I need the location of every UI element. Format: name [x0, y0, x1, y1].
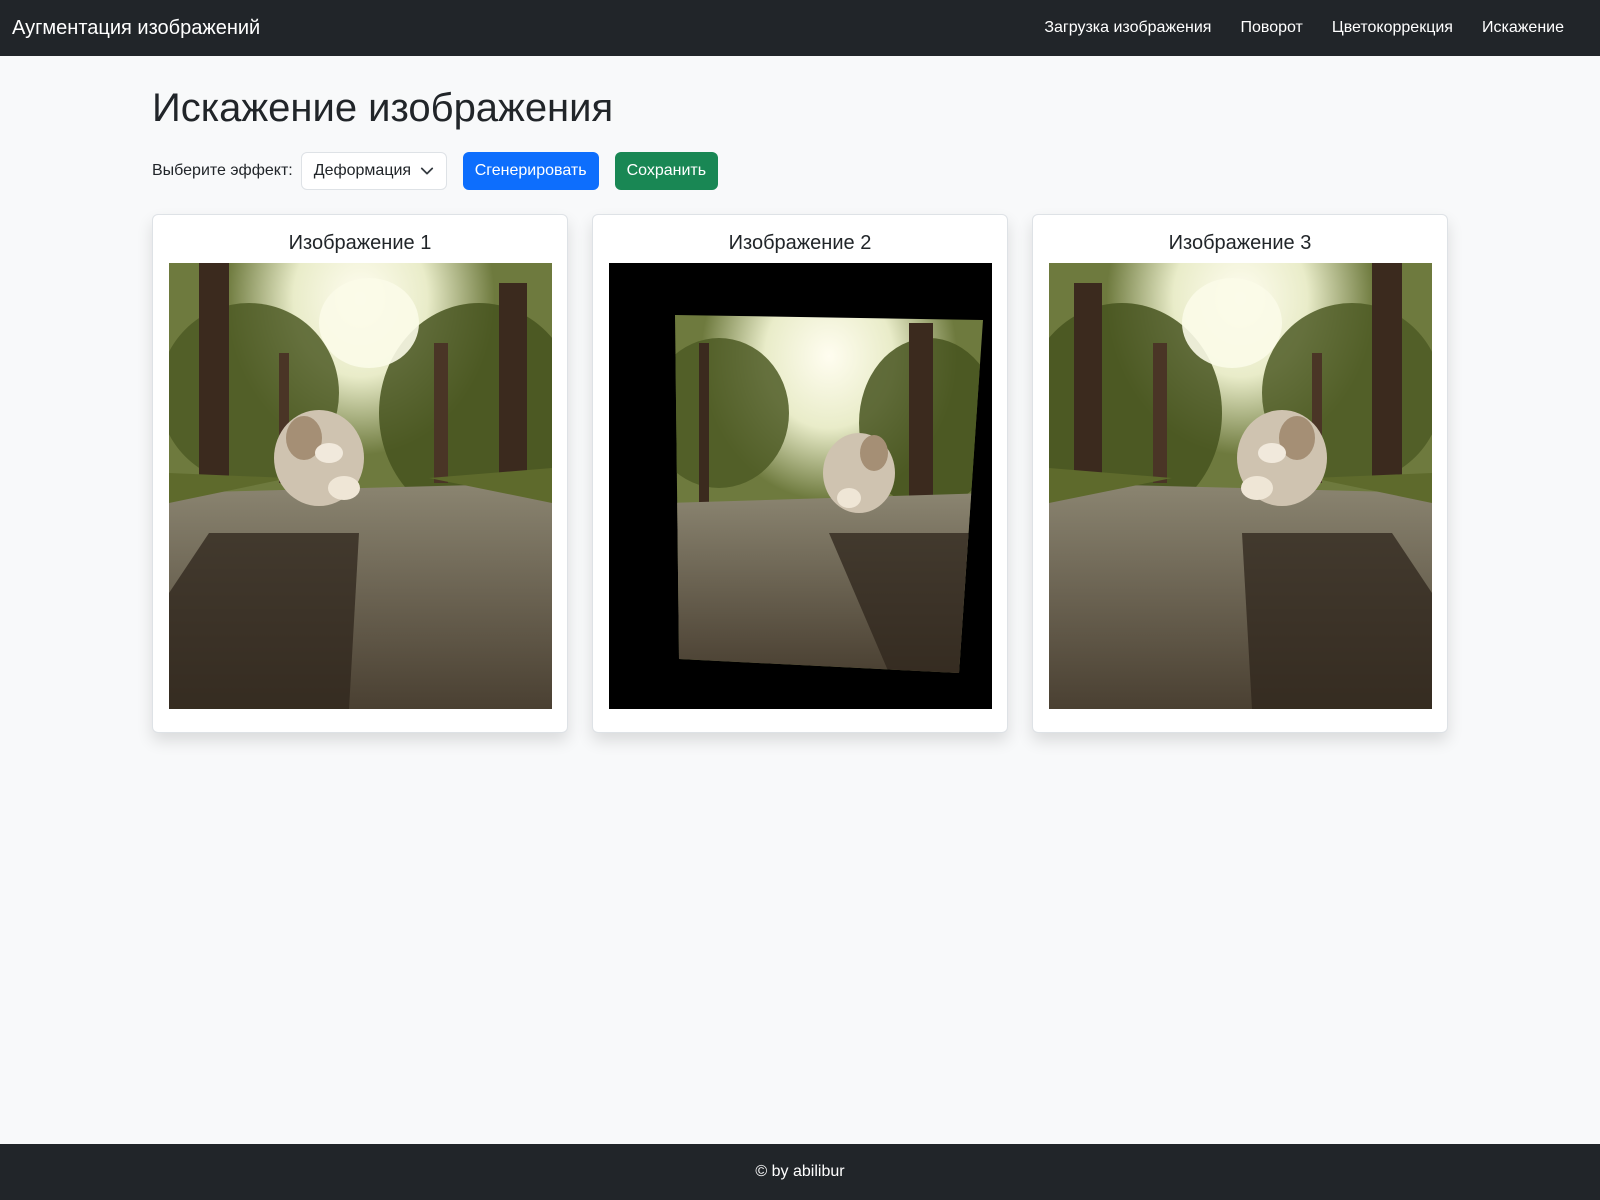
image-card-3: Изображение 3: [1032, 214, 1448, 733]
nav-link-color-correction[interactable]: Цветокоррекция: [1332, 19, 1453, 37]
effect-label: Выберите эффект:: [152, 162, 293, 179]
nav-link-distortion[interactable]: Искажение: [1482, 19, 1564, 37]
dog-photo-original: [168, 263, 552, 709]
image-card-2: Изображение 2: [592, 214, 1008, 733]
image-card-title: Изображение 3: [1168, 232, 1312, 254]
image-card-title: Изображение 2: [728, 232, 872, 254]
footer-copyright: © by abilibur: [755, 1163, 845, 1180]
navbar: Аугментация изображений Загрузка изображ…: [0, 0, 1600, 56]
image-cards: Изображение 1 Изображение 2 Изображение …: [152, 214, 1448, 733]
dog-photo-deformed: [608, 263, 992, 709]
controls-bar: Выберите эффект: Деформация Сгенерироват…: [152, 152, 1448, 190]
dog-photo-mirrored: [1048, 263, 1432, 709]
generate-button[interactable]: Сгенерировать: [462, 152, 599, 190]
nav-link-rotation[interactable]: Поворот: [1240, 19, 1302, 37]
page-title: Искажение изображения: [152, 86, 614, 130]
main-content: Искажение изображения Выберите эффект: Д…: [152, 56, 1448, 733]
nav-link-upload[interactable]: Загрузка изображения: [1044, 19, 1211, 37]
image-card-title: Изображение 1: [288, 232, 432, 254]
chevron-down-icon: [420, 167, 433, 175]
image-card-1: Изображение 1: [152, 214, 568, 733]
effect-select[interactable]: Деформация: [300, 152, 447, 190]
effect-select-value: Деформация: [313, 162, 412, 179]
nav-links: Загрузка изображения Поворот Цветокоррек…: [1015, 19, 1564, 37]
save-button[interactable]: Сохранить: [614, 152, 719, 190]
footer: © by abilibur: [0, 1144, 1600, 1200]
brand-link[interactable]: Аугментация изображений: [12, 17, 260, 40]
